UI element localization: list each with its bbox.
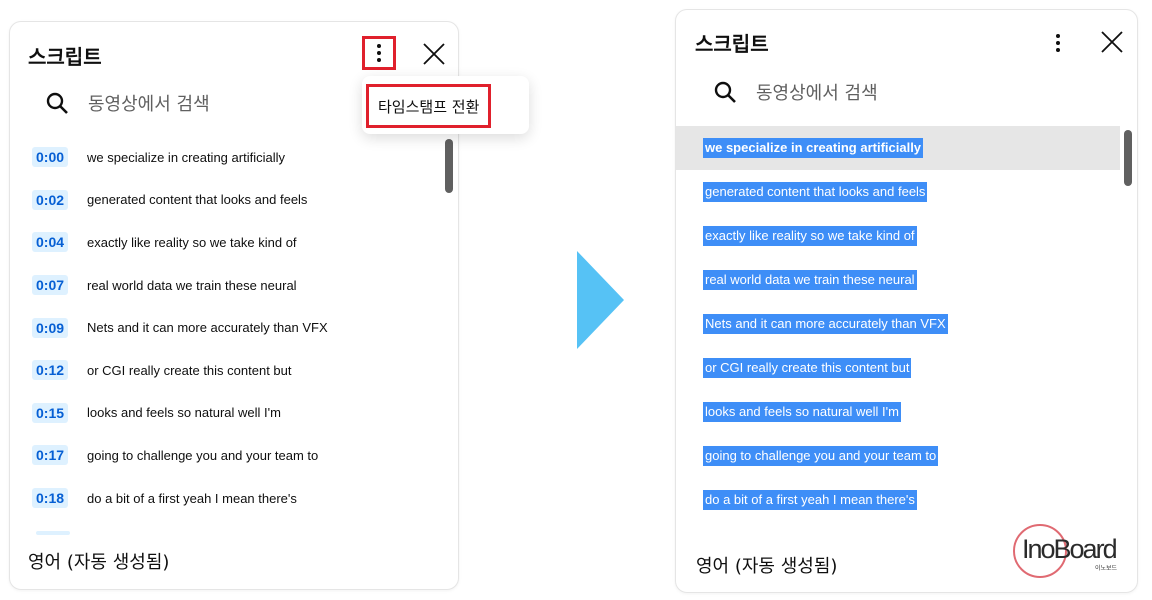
segment-text: exactly like reality so we take kind of [87, 234, 297, 250]
selected-segment-text: Nets and it can more accurately than VFX [703, 314, 948, 334]
transcript-segment[interactable]: do a bit of a first yeah I mean there's [676, 478, 1120, 522]
close-icon [1101, 31, 1123, 53]
timestamp[interactable]: 0:15 [32, 402, 68, 423]
selected-segment-text: going to challenge you and your team to [703, 446, 939, 466]
transcript-segment[interactable]: going to challenge you and your team to [676, 434, 1120, 478]
menu-item-toggle-timestamps[interactable]: 타임스탬프 전환 [366, 84, 492, 128]
transcript-segment[interactable]: real world data we train these neural [676, 258, 1120, 302]
logo-subtext: 이노보드 [1095, 566, 1118, 572]
timestamp[interactable]: 0:04 [32, 232, 68, 253]
transcript-segment[interactable]: generated content that looks and feels [676, 170, 1120, 214]
close-button[interactable] [1098, 28, 1126, 56]
transcript-segment[interactable]: 0:12 or CGI really create this content bu… [32, 349, 447, 392]
transcript-segment[interactable]: Nets and it can more accurately than VFX [676, 302, 1120, 346]
segment-text: we specialize in creating artificially [87, 149, 285, 165]
transcript-segment[interactable]: 0:02 generated content that looks and fee… [32, 179, 447, 222]
segment-text: going to challenge you and your team to [87, 447, 319, 463]
panel-title: 스크립트 [28, 45, 102, 69]
panel-title: 스크립트 [695, 32, 769, 56]
selected-segment-text: looks and feels so natural well I'm [703, 402, 901, 422]
transcript-segment[interactable]: we specialize in creating artificially [676, 126, 1120, 170]
more-vert-icon [377, 44, 381, 62]
timestamp[interactable]: 0:18 [32, 488, 68, 509]
timestamp[interactable]: 0:00 [32, 147, 68, 168]
close-button[interactable] [420, 40, 448, 68]
timestamp[interactable]: 0:02 [32, 189, 68, 210]
selected-segment-text: we specialize in creating artificially [703, 138, 924, 158]
brand-logo: InoBoard 이노보드 [1013, 524, 1123, 578]
transcript-segment[interactable]: 0:17 going to challenge you and your team… [32, 434, 447, 477]
transcript-segment[interactable]: 0:09 Nets and it can more accurately than… [32, 306, 447, 349]
more-options-button[interactable] [1041, 26, 1075, 60]
more-vert-icon [1056, 34, 1060, 52]
segment-text: real world data we train these neural [87, 277, 297, 293]
transcript-search[interactable]: 동영상에서 검색 [46, 90, 210, 116]
transcript-language[interactable]: 영어 (자동 생성됨) [696, 552, 837, 578]
segment-text: or CGI really create this content but [87, 362, 292, 378]
transcript-language[interactable]: 영어 (자동 생성됨) [28, 548, 169, 574]
transcript-segment[interactable]: looks and feels so natural well I'm [676, 390, 1120, 434]
transcript-segment[interactable]: 0:15 looks and feels so natural well I'm [32, 392, 447, 435]
scrollbar-thumb[interactable] [445, 139, 453, 193]
more-options-button[interactable] [362, 36, 396, 70]
close-icon [423, 43, 445, 65]
timestamp[interactable]: 0:09 [32, 317, 68, 338]
transcript-list: 0:00 we specialize in creating artificial… [32, 136, 447, 519]
selected-segment-text: generated content that looks and feels [703, 182, 928, 202]
search-icon [46, 92, 68, 114]
search-placeholder: 동영상에서 검색 [88, 94, 210, 115]
selected-segment-text: real world data we train these neural [703, 270, 917, 290]
timestamp[interactable]: 0:07 [32, 275, 68, 296]
timestamp[interactable]: 0:17 [32, 445, 68, 466]
transcript-panel-after: 스크립트 동영상에서 검색 we specialize in creating … [675, 9, 1138, 593]
transcript-segment[interactable]: or CGI really create this content but [676, 346, 1120, 390]
search-icon [714, 81, 736, 103]
right-arrow-icon [577, 251, 624, 349]
transcript-segment[interactable]: exactly like reality so we take kind of [676, 214, 1120, 258]
search-placeholder: 동영상에서 검색 [756, 83, 878, 104]
transcript-segment[interactable]: 0:00 we specialize in creating artificial… [32, 136, 447, 179]
selected-segment-text: or CGI really create this content but [703, 358, 912, 378]
segment-text: Nets and it can more accurately than VFX [87, 320, 328, 336]
transcript-segment[interactable]: 0:18 do a bit of a first yeah I mean ther… [32, 477, 447, 520]
transcript-segment[interactable]: 0:04 exactly like reality so we take kind… [32, 221, 447, 264]
next-timestamp-peek [36, 531, 70, 535]
logo-wordmark: InoBoard [1022, 534, 1118, 564]
segment-text: looks and feels so natural well I'm [87, 405, 281, 421]
transcript-list: we specialize in creating artificially g… [676, 126, 1120, 522]
segment-text: do a bit of a first yeah I mean there's [87, 490, 297, 506]
segment-text: generated content that looks and feels [87, 192, 308, 208]
timestamp[interactable]: 0:12 [32, 360, 68, 381]
transcript-search[interactable]: 동영상에서 검색 [714, 79, 878, 105]
selected-segment-text: do a bit of a first yeah I mean there's [703, 490, 917, 510]
transcript-segment[interactable]: 0:07 real world data we train these neura… [32, 264, 447, 307]
scrollbar-thumb[interactable] [1124, 130, 1132, 186]
more-options-menu: 타임스탬프 전환 [362, 76, 529, 134]
selected-segment-text: exactly like reality so we take kind of [703, 226, 917, 246]
